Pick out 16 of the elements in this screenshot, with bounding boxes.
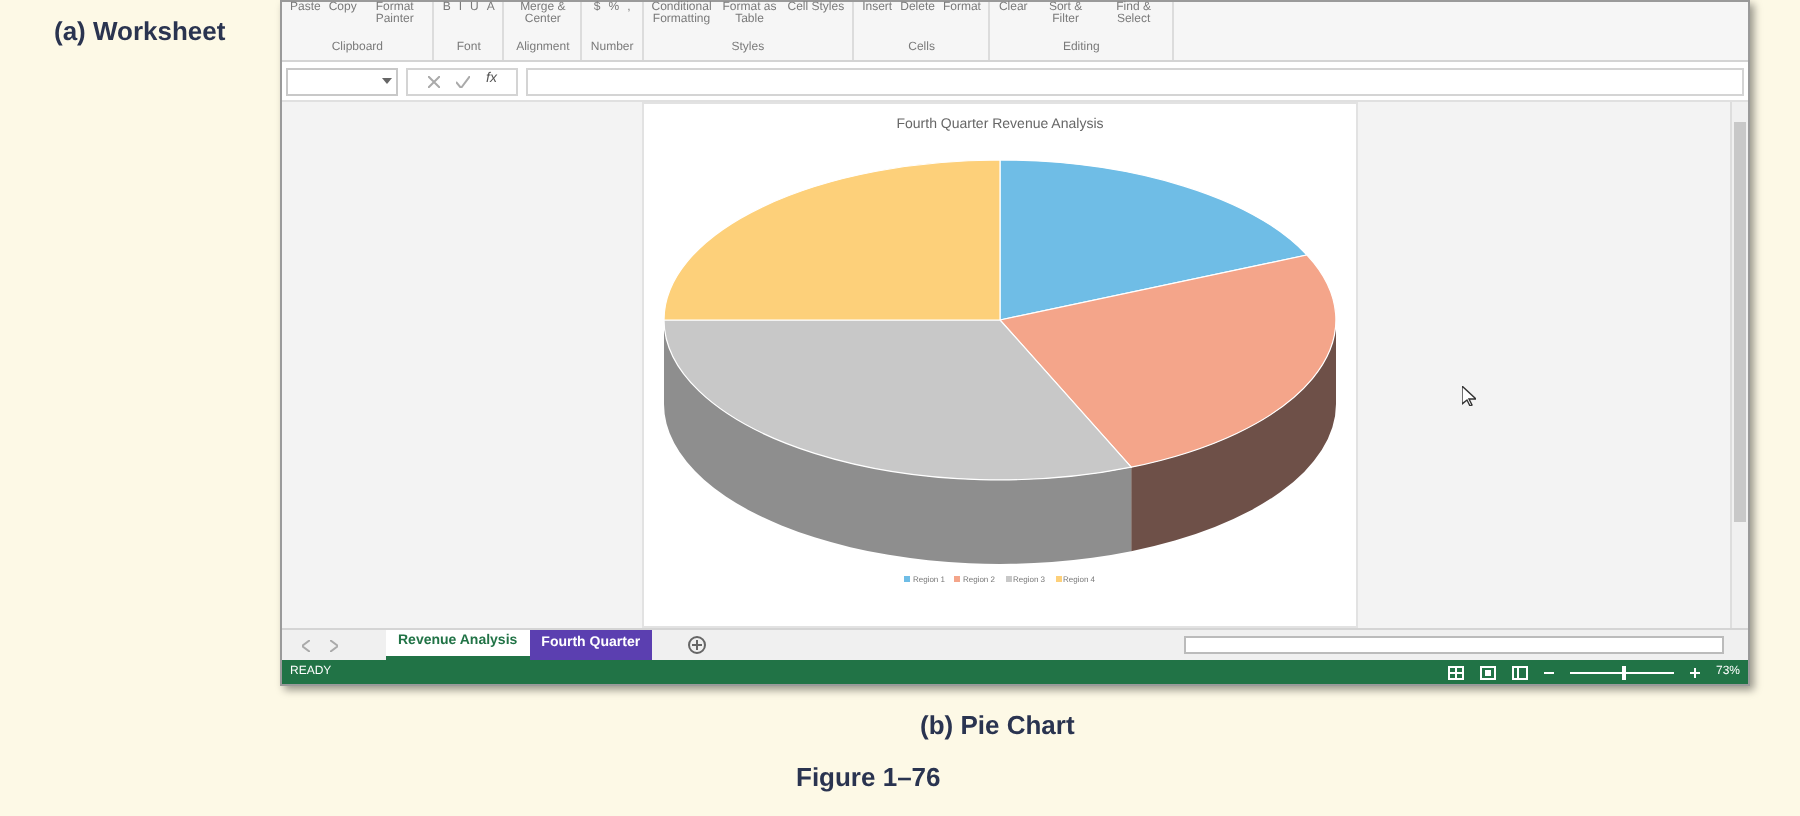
figure-label: (a) Worksheet <box>54 16 226 46</box>
vertical-scrollbar[interactable] <box>1730 102 1748 628</box>
dropdown-icon <box>382 78 392 84</box>
page-break-icon[interactable] <box>1511 665 1528 679</box>
zoom-out-icon[interactable] <box>1543 667 1554 677</box>
zoom-thumb[interactable] <box>1621 665 1626 679</box>
formula-input[interactable] <box>526 67 1744 95</box>
zoom-in-icon[interactable] <box>1689 667 1700 677</box>
horizontal-scrollbar[interactable] <box>1184 636 1724 654</box>
check-icon[interactable] <box>456 75 470 87</box>
new-sheet-icon[interactable] <box>688 636 707 654</box>
page-layout-icon[interactable] <box>1479 665 1496 679</box>
mouse-pointer-icon <box>1462 386 1476 406</box>
figure-caption: (b) Pie Chart <box>920 708 1075 744</box>
figure-number: Figure 1–76 <box>796 759 941 796</box>
normal-view-icon[interactable] <box>1447 665 1464 679</box>
